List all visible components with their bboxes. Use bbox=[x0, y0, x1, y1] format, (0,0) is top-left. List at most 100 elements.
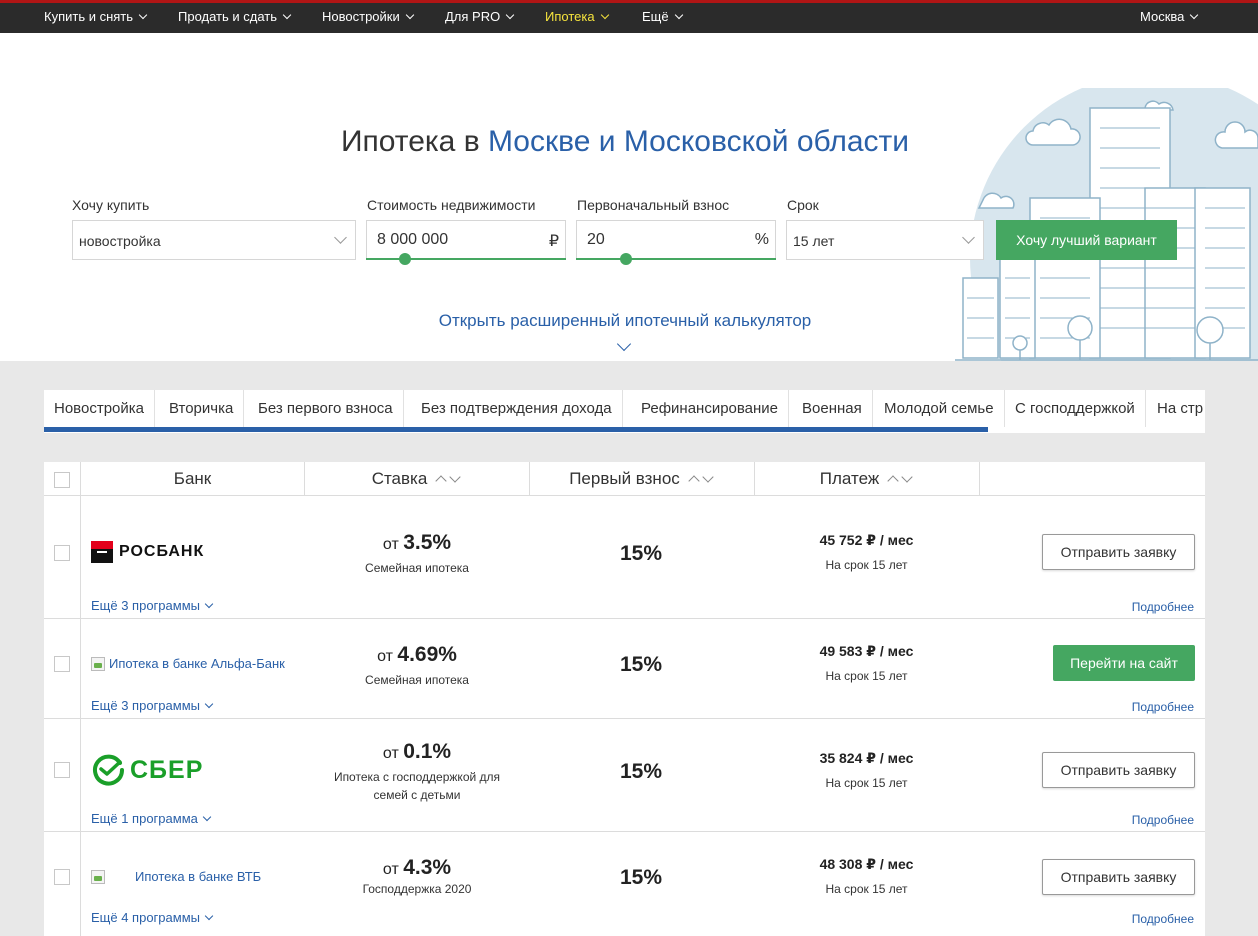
more-programs-link[interactable]: Ещё 3 программы bbox=[91, 598, 214, 613]
bank-logo-rosbank[interactable]: РОСБАНК bbox=[91, 541, 204, 563]
chevron-down-icon bbox=[505, 10, 515, 20]
hero-section: Ипотека в Москве и Московской области Хо… bbox=[0, 33, 1258, 361]
chevron-down-icon[interactable] bbox=[616, 336, 632, 352]
price-slider-handle[interactable] bbox=[399, 253, 411, 265]
bank-logo-sber[interactable]: СБЕР bbox=[92, 754, 203, 786]
nav-item-sell[interactable]: Продать и сдать bbox=[178, 9, 292, 24]
nav-item-mortgage[interactable]: Ипотека bbox=[545, 9, 609, 24]
down-payment-label: Первоначальный взнос bbox=[577, 197, 730, 213]
price-label: Стоимость недвижимости bbox=[367, 197, 536, 213]
bank-logo-vtb[interactable]: Ипотека в банке ВТБ bbox=[91, 869, 261, 884]
table-row: Ипотека в банке Альфа-Банк от 4.69% Семе… bbox=[44, 619, 1205, 719]
row-checkbox[interactable] bbox=[54, 762, 70, 778]
tab-state-support[interactable]: С господдержкой bbox=[1005, 390, 1146, 427]
row-checkbox[interactable] bbox=[54, 656, 70, 672]
program-name: Семейная ипотека bbox=[365, 673, 469, 687]
column-payment[interactable]: Платеж bbox=[754, 462, 979, 495]
down-payment-value: 15% bbox=[619, 542, 663, 565]
more-programs-link[interactable]: Ещё 4 программы bbox=[91, 910, 214, 925]
payment-cell: 48 308 ₽ / мес На срок 15 лет bbox=[819, 856, 914, 896]
nav-item-buy-rent[interactable]: Купить и снять bbox=[44, 9, 148, 24]
tab-young-family[interactable]: Молодой семье bbox=[874, 390, 1005, 427]
chevron-down-icon bbox=[202, 812, 212, 822]
down-payment-value: 15% bbox=[619, 653, 663, 676]
chevron-down-icon bbox=[138, 10, 148, 20]
chevron-down-icon bbox=[674, 10, 683, 20]
broken-image-icon bbox=[91, 869, 105, 884]
tab-refinancing[interactable]: Рефинансирование bbox=[631, 390, 790, 427]
down-payment-slider-handle[interactable] bbox=[620, 253, 632, 265]
payment-cell: 45 752 ₽ / мес На срок 15 лет bbox=[819, 532, 914, 572]
advanced-calculator-link[interactable]: Открыть расширенный ипотечный калькулято… bbox=[0, 311, 1250, 331]
chevron-down-icon bbox=[204, 699, 214, 709]
ruble-sign: ₽ bbox=[548, 233, 559, 250]
chevron-down-icon bbox=[282, 10, 292, 20]
table-header: Банк Ставка Первый взнос Платеж bbox=[44, 462, 1205, 496]
details-link[interactable]: Подробнее bbox=[1132, 700, 1194, 714]
rate-cell: от 3.5% Семейная ипотека bbox=[306, 531, 528, 577]
send-application-button[interactable]: Отправить заявку bbox=[1042, 752, 1195, 788]
tab-military[interactable]: Военная bbox=[792, 390, 873, 427]
offers-table: Банк Ставка Первый взнос Платеж РОСБАНК … bbox=[44, 462, 1205, 936]
page-title: Ипотека в Москве и Московской области bbox=[340, 125, 910, 158]
details-link[interactable]: Подробнее bbox=[1132, 813, 1194, 827]
sort-icon[interactable] bbox=[434, 460, 462, 493]
rosbank-logo-icon bbox=[91, 541, 113, 563]
chevron-down-icon bbox=[204, 599, 214, 609]
column-rate[interactable]: Ставка bbox=[304, 462, 529, 495]
chevron-down-icon bbox=[334, 231, 347, 244]
tab-new-building[interactable]: Новостройка bbox=[44, 390, 155, 427]
chevron-down-icon bbox=[405, 10, 414, 20]
tab-active-indicator bbox=[44, 427, 988, 432]
details-link[interactable]: Подробнее bbox=[1132, 912, 1194, 926]
nav-item-pro[interactable]: Для PRO bbox=[445, 9, 515, 24]
chevron-down-icon bbox=[204, 911, 214, 921]
table-row: СБЕР от 0.1% Ипотека с господдержкой для… bbox=[44, 719, 1205, 832]
region-link[interactable]: Москве и Московской области bbox=[488, 125, 909, 158]
property-type-select[interactable]: новостройка bbox=[72, 220, 356, 260]
details-link[interactable]: Подробнее bbox=[1132, 600, 1194, 614]
chevron-down-icon bbox=[600, 10, 609, 20]
property-price-input[interactable]: 8 000 000 ₽ bbox=[366, 220, 566, 265]
nav-item-more[interactable]: Ещё bbox=[642, 9, 683, 24]
send-application-button[interactable]: Отправить заявку bbox=[1042, 859, 1195, 895]
sort-icon[interactable] bbox=[687, 460, 715, 493]
down-payment-value: 15% bbox=[619, 760, 663, 783]
payment-cell: 49 583 ₽ / мес На срок 15 лет bbox=[819, 643, 914, 683]
sort-icon[interactable] bbox=[886, 460, 914, 493]
rate-cell: от 0.1% Ипотека с господдержкой для семе… bbox=[306, 740, 528, 804]
tab-overflow[interactable]: На стр bbox=[1147, 390, 1205, 427]
tab-secondary[interactable]: Вторичка bbox=[159, 390, 245, 427]
find-best-option-button[interactable]: Хочу лучший вариант bbox=[996, 220, 1177, 260]
price-slider-track[interactable] bbox=[366, 258, 566, 260]
table-row: РОСБАНК от 3.5% Семейная ипотека 15% 45 … bbox=[44, 496, 1205, 619]
more-programs-link[interactable]: Ещё 1 программа bbox=[91, 811, 212, 826]
bank-logo-alfa[interactable]: Ипотека в банке Альфа-Банк bbox=[91, 656, 285, 671]
down-payment-input[interactable]: 20 % bbox=[576, 220, 776, 265]
row-checkbox[interactable] bbox=[54, 869, 70, 885]
program-name: Господдержка 2020 bbox=[362, 882, 472, 896]
broken-image-icon bbox=[91, 656, 105, 671]
chevron-down-icon bbox=[1190, 10, 1199, 20]
want-label: Хочу купить bbox=[72, 197, 150, 213]
tab-no-income-proof[interactable]: Без подтверждения дохода bbox=[411, 390, 623, 427]
term-label: Срок bbox=[787, 197, 819, 213]
nav-item-new-buildings[interactable]: Новостройки bbox=[322, 9, 414, 24]
tab-no-down-payment[interactable]: Без первого взноса bbox=[248, 390, 404, 427]
down-payment-slider-track[interactable] bbox=[576, 258, 776, 260]
rate-cell: от 4.69% Семейная ипотека bbox=[306, 643, 528, 689]
column-down-payment[interactable]: Первый взнос bbox=[529, 462, 754, 495]
sber-logo-icon bbox=[93, 754, 124, 786]
down-payment-value: 15% bbox=[619, 866, 663, 889]
row-checkbox[interactable] bbox=[54, 545, 70, 561]
go-to-site-button[interactable]: Перейти на сайт bbox=[1053, 645, 1195, 681]
term-select[interactable]: 15 лет bbox=[786, 220, 984, 260]
more-programs-link[interactable]: Ещё 3 программы bbox=[91, 698, 214, 713]
rate-cell: от 4.3% Господдержка 2020 bbox=[306, 856, 528, 898]
table-row: Ипотека в банке ВТБ от 4.3% Господдержка… bbox=[44, 832, 1205, 936]
top-navigation: Купить и снять Продать и сдать Новострой… bbox=[0, 0, 1258, 33]
mortgage-type-tabs: Новостройка Вторичка Без первого взноса … bbox=[44, 390, 1205, 433]
send-application-button[interactable]: Отправить заявку bbox=[1042, 534, 1195, 570]
select-all-checkbox[interactable] bbox=[54, 472, 70, 488]
city-selector[interactable]: Москва bbox=[1140, 9, 1199, 24]
